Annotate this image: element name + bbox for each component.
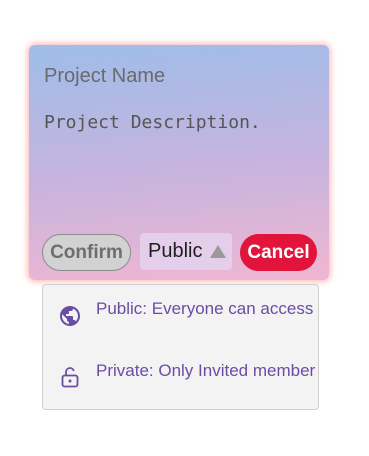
cancel-button[interactable]: Cancel xyxy=(240,234,317,271)
lock-icon xyxy=(61,367,79,388)
visibility-option-private[interactable]: Private: Only Invited member xyxy=(43,357,318,407)
confirm-button[interactable]: Confirm xyxy=(42,234,131,271)
globe-icon xyxy=(60,306,80,326)
visibility-select[interactable]: Public xyxy=(140,233,232,270)
project-name-input[interactable] xyxy=(44,62,314,90)
visibility-option-public[interactable]: Public: Everyone can access xyxy=(43,295,318,335)
visibility-dropdown-menu: Public: Everyone can access Private: Onl… xyxy=(42,284,319,410)
visibility-option-label: Private: Only Invited member xyxy=(96,361,316,380)
project-description-input[interactable] xyxy=(44,112,314,222)
caret-up-icon xyxy=(210,245,227,258)
visibility-selected-label: Public xyxy=(148,240,203,262)
visibility-option-label: Public: Everyone can access xyxy=(96,299,314,318)
